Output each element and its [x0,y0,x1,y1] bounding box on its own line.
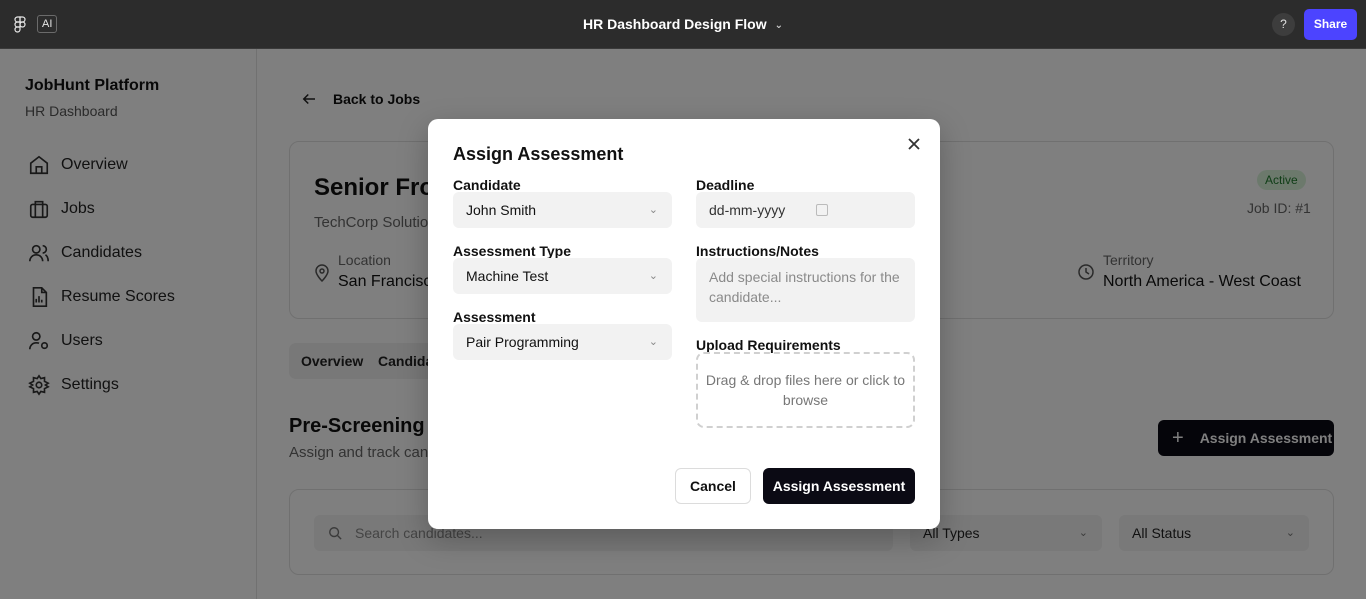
deadline-label: Deadline [696,177,755,193]
candidate-select[interactable]: John Smith ⌄ [453,192,672,228]
assign-assessment-modal: Assign Assessment Candidate John Smith ⌄… [428,119,940,529]
assessment-value: Pair Programming [466,334,579,350]
chevron-down-icon: ⌄ [774,20,783,31]
assessment-type-value: Machine Test [466,268,549,284]
assessment-select[interactable]: Pair Programming ⌄ [453,324,672,360]
upload-label: Upload Requirements [696,337,841,353]
file-dropzone[interactable]: Drag & drop files here or click to brows… [696,352,915,428]
assessment-type-select[interactable]: Machine Test ⌄ [453,258,672,294]
deadline-value: dd-mm-yyyy [709,202,786,218]
close-icon[interactable] [906,136,922,152]
modal-title: Assign Assessment [453,144,624,164]
candidate-value: John Smith [466,202,537,218]
calendar-icon[interactable] [816,204,828,216]
submit-assign-button[interactable]: Assign Assessment [763,468,915,504]
chevron-down-icon: ⌄ [648,204,658,216]
document-title-text: HR Dashboard Design Flow [583,16,767,32]
candidate-label: Candidate [453,177,521,193]
help-button[interactable]: ? [1272,13,1295,36]
top-bar: AI HR Dashboard Design Flow ⌄ ? Share [0,0,1366,49]
notes-textarea[interactable]: Add special instructions for the candida… [696,258,915,322]
chevron-down-icon: ⌄ [648,336,658,348]
assessment-type-label: Assessment Type [453,243,572,259]
notes-label: Instructions/Notes [696,243,819,259]
share-button[interactable]: Share [1304,9,1357,40]
assessment-label: Assessment [453,309,536,325]
cancel-button[interactable]: Cancel [675,468,751,504]
deadline-date-input[interactable]: dd-mm-yyyy [696,192,915,228]
document-title[interactable]: HR Dashboard Design Flow ⌄ [0,16,1366,32]
chevron-down-icon: ⌄ [648,270,658,282]
